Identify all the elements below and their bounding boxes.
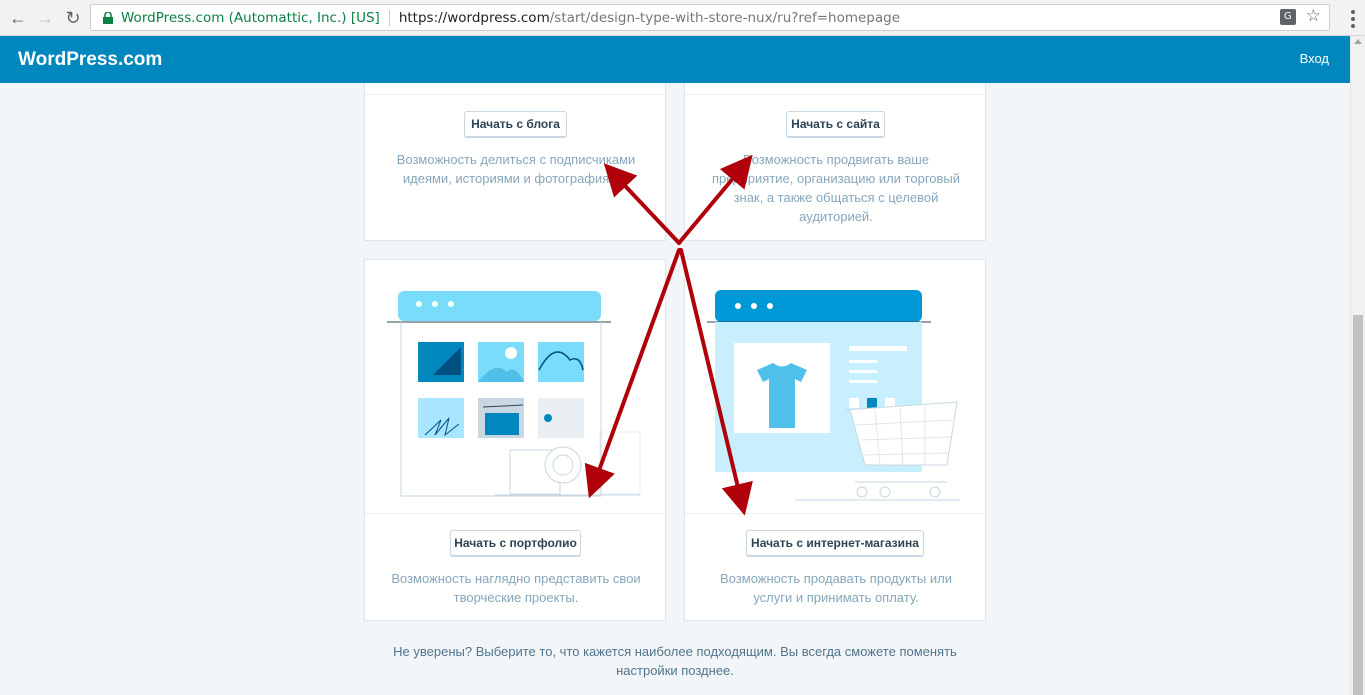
card-portfolio[interactable]: Начать с портфолио Возможность наглядно … bbox=[364, 259, 666, 621]
scroll-thumb[interactable] bbox=[1353, 315, 1363, 695]
lock-icon bbox=[101, 11, 115, 25]
back-icon[interactable]: ← bbox=[6, 6, 30, 30]
url-host: https://wordpress.com bbox=[398, 9, 550, 26]
page-scrollbar[interactable] bbox=[1350, 36, 1365, 695]
footer-note: Не уверены? Выберите то, что кажется наи… bbox=[393, 644, 957, 678]
start-blog-button[interactable]: Начать с блога bbox=[464, 111, 567, 138]
scroll-up-arrow-icon[interactable] bbox=[1354, 39, 1362, 44]
browser-menu-icon[interactable] bbox=[1351, 10, 1355, 28]
start-store-button[interactable]: Начать с интернет-магазина bbox=[746, 530, 924, 557]
site-identity: WordPress.com (Automattic, Inc.) [US] bbox=[121, 9, 380, 26]
login-link[interactable]: Вход bbox=[1300, 51, 1329, 66]
store-description: Возможность продавать продукты или услуг… bbox=[720, 571, 952, 605]
site-description: Возможность продвигать ваше предприятие,… bbox=[711, 152, 961, 224]
forward-icon[interactable]: → bbox=[33, 6, 57, 30]
start-site-button[interactable]: Начать с сайта bbox=[786, 111, 885, 138]
card-divider bbox=[365, 513, 665, 514]
browser-toolbar: ← → ↻ WordPress.com (Automattic, Inc.) [… bbox=[0, 0, 1365, 36]
wordpress-logo[interactable]: WordPress.com bbox=[18, 49, 162, 71]
card-divider bbox=[685, 513, 985, 514]
card-divider bbox=[365, 94, 665, 95]
url-path: /start/design-type-with-store-nux/ru?ref… bbox=[549, 9, 901, 26]
annotation-arrows bbox=[584, 154, 753, 516]
address-bar[interactable]: WordPress.com (Automattic, Inc.) [US] ht… bbox=[90, 4, 1330, 31]
portfolio-illustration bbox=[387, 291, 641, 497]
portfolio-description: Возможность наглядно представить свои тв… bbox=[391, 571, 641, 605]
card-site[interactable]: Начать с сайта Возможность продвигать ва… bbox=[684, 83, 986, 241]
card-divider bbox=[685, 94, 985, 95]
store-illustration bbox=[707, 290, 960, 501]
reload-icon[interactable]: ↻ bbox=[61, 6, 85, 30]
card-blog[interactable]: Начать с блога Возможность делиться с по… bbox=[364, 83, 666, 241]
start-portfolio-button[interactable]: Начать с портфолио bbox=[450, 530, 581, 557]
masterbar: WordPress.com Вход bbox=[0, 36, 1350, 83]
bookmark-star-icon[interactable]: ☆ bbox=[1306, 8, 1321, 25]
blog-description: Возможность делиться с подписчиками идея… bbox=[396, 152, 636, 186]
translate-icon[interactable]: G bbox=[1279, 8, 1296, 25]
address-separator bbox=[388, 9, 390, 26]
card-store[interactable]: Начать с интернет-магазина Возможность п… bbox=[684, 259, 986, 621]
